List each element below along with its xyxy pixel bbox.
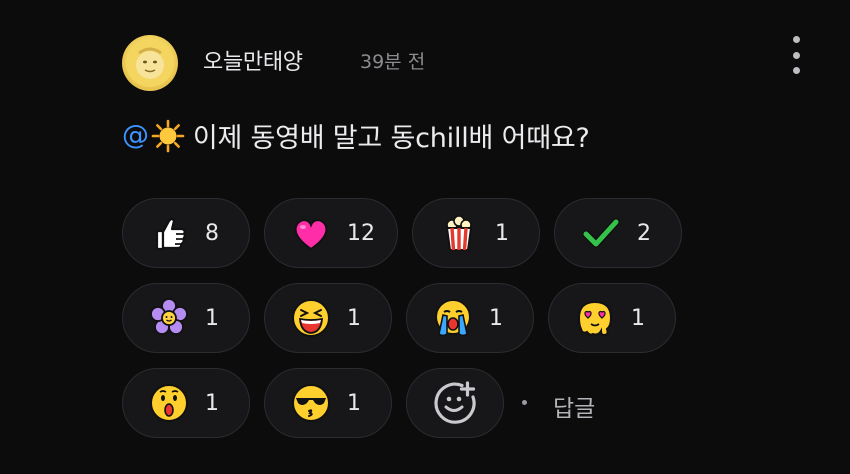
avatar[interactable] xyxy=(122,35,178,91)
timestamp: 39분 전 xyxy=(360,51,426,73)
reaction-count: 1 xyxy=(205,305,219,331)
melting-heart-eyes-emoji-icon xyxy=(577,300,613,337)
sunglasses-kiss-emoji-icon xyxy=(292,384,330,422)
surprised-face-emoji-icon xyxy=(150,384,188,422)
reaction-count: 1 xyxy=(489,305,503,331)
reaction-count: 2 xyxy=(637,220,651,246)
reaction-surprised[interactable]: 1 xyxy=(122,368,250,438)
heart-emoji-icon xyxy=(294,219,328,251)
more-options-button[interactable] xyxy=(782,36,810,74)
reaction-count: 1 xyxy=(205,390,219,416)
reaction-sunglasses-kiss[interactable]: 1 xyxy=(264,368,392,438)
comment-text: @ 이제 동영배 말고 동chill배 어때요? xyxy=(122,116,590,155)
add-reaction-button[interactable] xyxy=(406,368,504,438)
flower-emoji-icon xyxy=(150,298,188,335)
more-dot-icon xyxy=(792,67,800,74)
reaction-popcorn[interactable]: 1 xyxy=(412,198,540,268)
username[interactable]: 오늘만태양 xyxy=(203,44,303,76)
sun-emoji-icon xyxy=(151,119,185,152)
reaction-count: 1 xyxy=(347,390,361,416)
reaction-count: 8 xyxy=(205,220,219,246)
reaction-count: 1 xyxy=(495,220,509,246)
crying-face-emoji-icon xyxy=(435,299,471,337)
checkmark-emoji-icon xyxy=(582,218,620,248)
thumbs-up-emoji-icon xyxy=(155,217,186,251)
reply-button[interactable]: 답글 xyxy=(553,389,595,423)
add-emoji-icon xyxy=(434,381,476,424)
reaction-thumbs-up[interactable]: 8 xyxy=(122,198,250,268)
reaction-checkmark[interactable]: 2 xyxy=(554,198,682,268)
mention[interactable]: @ xyxy=(122,120,149,151)
avatar-face-icon xyxy=(126,39,174,87)
reply-separator-dot xyxy=(522,400,527,405)
reaction-flower[interactable]: 1 xyxy=(122,283,250,353)
more-dot-icon xyxy=(792,51,800,59)
more-dot-icon xyxy=(792,36,800,43)
reaction-laughing[interactable]: 1 xyxy=(264,283,392,353)
reaction-melting-heart-eyes[interactable]: 1 xyxy=(548,283,676,353)
laughing-face-emoji-icon xyxy=(292,299,330,337)
reaction-heart[interactable]: 12 xyxy=(264,198,398,268)
comment-body: 이제 동영배 말고 동chill배 어때요? xyxy=(192,123,590,154)
reaction-count: 1 xyxy=(347,305,361,331)
reaction-count: 12 xyxy=(347,220,375,246)
reaction-crying[interactable]: 1 xyxy=(406,283,534,353)
popcorn-emoji-icon xyxy=(445,215,473,251)
comment: 오늘만태양 39분 전 @ 이제 동영배 말고 동chill배 어때요? 8 1… xyxy=(0,0,850,474)
reaction-count: 1 xyxy=(631,305,645,331)
